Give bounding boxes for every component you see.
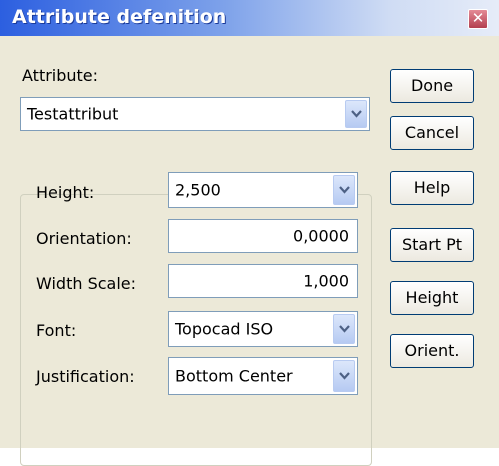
close-button[interactable]: ✕ [468,9,488,29]
chevron-down-icon [339,186,350,194]
chevron-down-icon [351,110,362,118]
font-label: Font: [36,321,77,340]
attribute-dropdown-button[interactable] [345,100,367,128]
attribute-dropdown[interactable]: Testattribut [20,97,370,131]
help-button[interactable]: Help [390,171,474,205]
justification-value: Bottom Center [175,366,293,386]
start-pt-button[interactable]: Start Pt [390,228,474,262]
height-button[interactable]: Height [390,281,474,315]
done-button[interactable]: Done [390,69,474,103]
attribute-value: Testattribut [27,104,119,124]
chevron-down-icon [339,325,350,333]
attribute-definition-dialog: Attribute defenition ✕ Attribute: Testat… [0,0,499,466]
height-value: 2,500 [175,180,221,200]
chevron-down-icon [339,372,350,380]
justification-dropdown-button[interactable] [333,360,355,392]
height-label: Height: [36,183,95,202]
font-dropdown-button[interactable] [333,314,355,344]
orientation-value: 0,0000 [293,226,349,246]
dialog-body: Attribute: Testattribut Height: 2,500 Or… [0,36,499,466]
dialog-title: Attribute defenition [12,6,227,28]
font-value: Topocad ISO [175,319,274,339]
orientation-field[interactable]: 0,0000 [168,219,358,253]
width-scale-label: Width Scale: [36,274,137,293]
justification-label: Justification: [36,367,135,386]
width-scale-field[interactable]: 1,000 [168,264,358,298]
justification-dropdown[interactable]: Bottom Center [168,357,358,395]
orientation-label: Orientation: [36,229,132,248]
font-dropdown[interactable]: Topocad ISO [168,311,358,347]
orient-button[interactable]: Orient. [390,334,474,368]
width-scale-value: 1,000 [303,271,349,291]
height-dropdown-button[interactable] [333,175,355,205]
height-dropdown[interactable]: 2,500 [168,172,358,208]
close-icon: ✕ [471,9,485,27]
cancel-button[interactable]: Cancel [390,116,474,150]
title-bar[interactable]: Attribute defenition ✕ [0,0,499,36]
attribute-label: Attribute: [22,66,99,85]
